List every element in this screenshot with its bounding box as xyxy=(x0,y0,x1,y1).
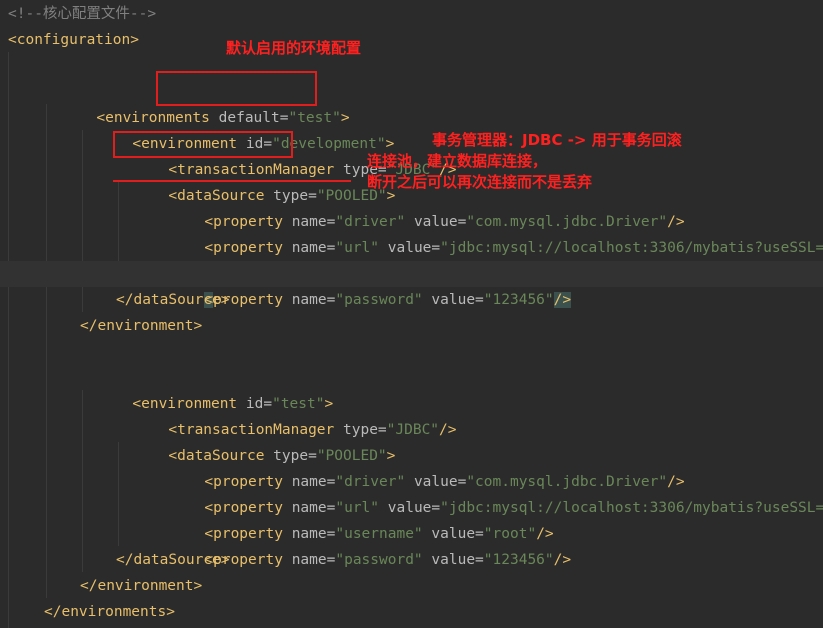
environments-close-tag: </environments> xyxy=(44,604,175,620)
code-line[interactable]: </environments> xyxy=(0,599,823,625)
pool-annotation-line2: 断开之后可以再次连接而不是丢弃 xyxy=(367,173,593,191)
code-line[interactable]: <configuration> xyxy=(0,27,823,53)
code-line[interactable]: <property name="url" value="jdbc:mysql:/… xyxy=(0,469,823,516)
code-line[interactable]: <!--核心配置文件--> xyxy=(0,1,823,27)
pool-annotation-line1: 连接池，建立数据库连接， xyxy=(367,152,548,170)
code-line-current[interactable]: <property name="password" value="123456"… xyxy=(0,261,823,308)
environment-close-tag: </environment> xyxy=(80,578,203,594)
code-line[interactable]: <property name="username" value="root"/> xyxy=(0,495,823,542)
code-line[interactable]: <environments default="test"> xyxy=(0,79,823,126)
default-attribute-highlight-box xyxy=(156,71,317,106)
code-line[interactable]: <property name="username" value="root"/> xyxy=(0,235,823,282)
code-line[interactable]: <dataSource type="POOLED"> xyxy=(0,417,823,464)
code-editor[interactable]: <!--核心配置文件--> <configuration> <environme… xyxy=(0,0,823,628)
configuration-open-tag: <configuration> xyxy=(8,32,139,48)
transaction-manager-highlight-box xyxy=(113,131,293,158)
code-line[interactable]: <transactionManager type="JDBC"/> xyxy=(0,391,823,438)
datasource-close-tag: </dataSource> xyxy=(116,552,230,568)
code-line[interactable]: </environment> xyxy=(0,313,823,339)
environment-close-tag: </environment> xyxy=(80,318,203,334)
code-line[interactable]: <property name="url" value="jdbc:mysql:/… xyxy=(0,209,823,256)
code-line[interactable]: </environment> xyxy=(0,573,823,599)
code-line[interactable]: </dataSource> xyxy=(0,547,823,573)
code-line[interactable]: <environment id="test"> xyxy=(0,365,823,412)
default-env-annotation: 默认启用的环境配置 xyxy=(226,39,362,57)
datasource-close-tag: </dataSource> xyxy=(116,292,230,308)
code-line[interactable]: <property name="password" value="123456"… xyxy=(0,521,823,568)
code-line[interactable]: <property name="driver" value="com.mysql… xyxy=(0,443,823,490)
datasource-underline xyxy=(113,180,351,182)
code-line[interactable]: <environment id="development"> xyxy=(0,105,823,152)
code-line[interactable]: </dataSource> xyxy=(0,287,823,313)
xml-comment: <!--核心配置文件--> xyxy=(8,6,157,22)
transaction-annotation: 事务管理器：JDBC -> 用于事务回滚 xyxy=(432,131,682,149)
